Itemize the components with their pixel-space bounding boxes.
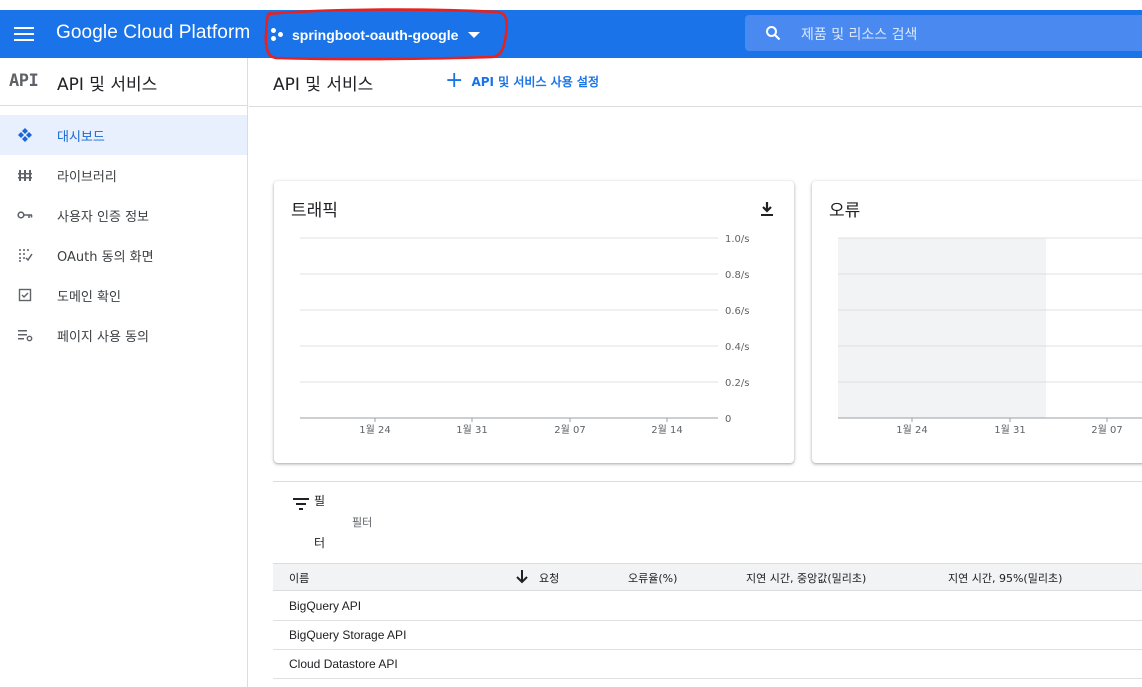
- project-dots-icon: [271, 28, 285, 42]
- sort-down-icon[interactable]: [515, 569, 529, 585]
- table-row[interactable]: BigQuery Storage API: [273, 621, 1142, 650]
- column-header-median-latency[interactable]: 지연 시간, 중앙값(밀리초): [746, 570, 866, 586]
- sidebar-item-label: 라이브러리: [57, 170, 117, 185]
- top-bar: Google Cloud Platform springboot-oauth-g…: [0, 10, 1142, 58]
- table-header: 이름 요청 오류율(%) 지연 시간, 중앙값(밀리초) 지연 시간, 95%(…: [273, 563, 1142, 591]
- x-tick-label: 2월 14: [651, 424, 682, 436]
- plus-icon: +: [445, 68, 464, 93]
- top-margin: [0, 0, 1142, 10]
- consent-icon: [19, 249, 33, 262]
- column-header-requests[interactable]: 요청: [539, 570, 559, 586]
- sidebar-item-oauth-consent[interactable]: OAuth 동의 화면: [0, 235, 247, 275]
- page-title: API 및 서비스: [273, 75, 374, 95]
- x-tick-label: 1월 24: [896, 424, 927, 436]
- sidebar-item-label: 페이지 사용 동의: [57, 330, 149, 345]
- traffic-card: 트래픽 0 0.2/s 0.4/s 0.6/s 0.8/s 1.0/s 1월 24 1월 31…: [274, 181, 794, 463]
- dashboard-icon: [18, 128, 32, 142]
- y-tick-label: 0.6/s: [725, 306, 749, 317]
- sidebar-item-credentials[interactable]: 사용자 인증 정보: [0, 195, 247, 235]
- sidebar-item-label: OAuth 동의 화면: [57, 250, 154, 265]
- sidebar-item-dashboard[interactable]: 대시보드: [0, 115, 247, 155]
- filter-bar[interactable]: 필 필터 터: [273, 481, 1142, 563]
- column-header-error-rate[interactable]: 오류율(%): [628, 570, 677, 586]
- enable-apis-label: API 및 서비스 사용 설정: [471, 74, 600, 89]
- library-icon: [18, 170, 32, 181]
- sidebar-item-label: 사용자 인증 정보: [57, 210, 149, 225]
- menu-icon[interactable]: [14, 24, 36, 44]
- brand-title[interactable]: Google Cloud Platform: [56, 22, 250, 44]
- filter-icon: [293, 498, 309, 510]
- sidebar-title: API 및 서비스: [57, 75, 158, 95]
- main-header: API 및 서비스 + API 및 서비스 사용 설정: [249, 58, 1142, 107]
- sidebar-item-domain-verification[interactable]: 도메인 확인: [0, 275, 247, 315]
- table-row[interactable]: Cloud Datastore API: [273, 650, 1142, 679]
- x-tick-label: 2월 07: [554, 424, 585, 436]
- column-header-name[interactable]: 이름: [289, 570, 309, 586]
- sidebar: API API 및 서비스 대시보드 라이브러리 사용자 인증 정보 OAuth…: [0, 58, 248, 687]
- y-tick-label: 0.4/s: [725, 342, 749, 353]
- project-selector[interactable]: springboot-oauth-google: [271, 23, 481, 47]
- errors-chart: 1월 24 1월 31 2월 07: [838, 237, 1142, 436]
- x-tick-label: 2월 07: [1091, 424, 1122, 436]
- errors-card: 오류 1월 24 1월 31 2월 07: [812, 181, 1142, 463]
- x-tick-label: 1월 24: [359, 424, 390, 436]
- search-placeholder: 제품 및 리소스 검색: [801, 27, 918, 43]
- y-tick-label: 0.8/s: [725, 270, 749, 281]
- settings-list-icon: [18, 330, 33, 342]
- sidebar-item-label: 도메인 확인: [57, 290, 121, 305]
- api-logo: API: [9, 71, 39, 91]
- api-name[interactable]: BigQuery Storage API: [289, 628, 406, 642]
- filter-placeholder[interactable]: 필터: [352, 514, 372, 530]
- y-tick-label: 0.2/s: [725, 378, 749, 389]
- project-name: springboot-oauth-google: [292, 27, 459, 43]
- no-data-region: [838, 238, 1046, 418]
- gcp-console: Google Cloud Platform springboot-oauth-g…: [0, 0, 1142, 687]
- filter-label-part2: 터: [314, 536, 326, 550]
- sidebar-item-label: 대시보드: [57, 130, 105, 145]
- key-icon: [17, 211, 33, 219]
- enable-apis-button[interactable]: + API 및 서비스 사용 설정: [445, 70, 599, 92]
- filter-label-part1: 필: [314, 494, 326, 508]
- sidebar-header: API API 및 서비스: [0, 58, 247, 106]
- sidebar-item-library[interactable]: 라이브러리: [0, 155, 247, 195]
- caret-down-icon: [468, 32, 481, 38]
- search-icon: [766, 26, 781, 41]
- x-tick-label: 1월 31: [456, 424, 487, 436]
- table-row[interactable]: BigQuery API: [273, 592, 1142, 621]
- api-name[interactable]: Cloud Datastore API: [289, 657, 398, 671]
- traffic-chart: 0 0.2/s 0.4/s 0.6/s 0.8/s 1.0/s 1월 24 1월 31 2월 0…: [300, 234, 749, 436]
- y-tick-label: 1.0/s: [725, 234, 749, 245]
- column-header-p95-latency[interactable]: 지연 시간, 95%(밀리초): [948, 570, 1062, 586]
- x-tick-label: 1월 31: [994, 424, 1025, 436]
- sidebar-item-page-usage-agreement[interactable]: 페이지 사용 동의: [0, 315, 247, 355]
- api-name[interactable]: BigQuery API: [289, 599, 361, 613]
- checkbox-icon: [18, 288, 32, 302]
- y-tick-label: 0: [725, 414, 731, 425]
- search-input[interactable]: 제품 및 리소스 검색: [745, 15, 1142, 51]
